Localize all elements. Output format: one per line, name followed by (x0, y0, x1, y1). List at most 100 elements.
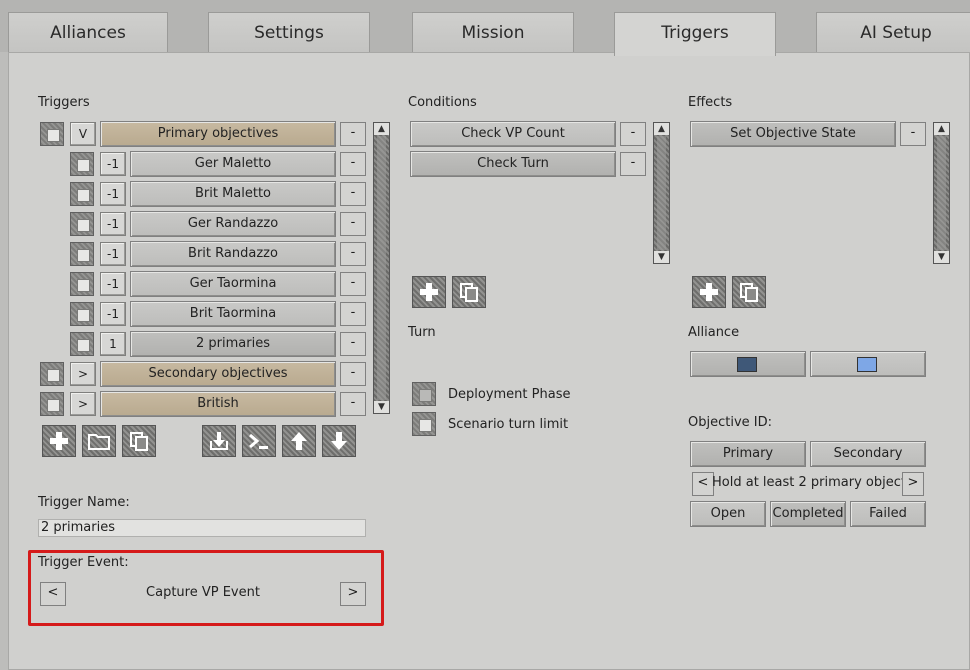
copy-condition-button[interactable] (452, 276, 486, 308)
group-expand-toggle[interactable]: > (70, 392, 96, 416)
scroll-thumb[interactable] (937, 136, 946, 250)
trigger-item[interactable]: Ger Taormina (130, 271, 336, 297)
scenario-turn-limit-checkbox[interactable] (412, 412, 436, 436)
group-expand-toggle[interactable]: V (70, 122, 96, 146)
effects-scrollbar[interactable]: ▲ ▼ (933, 122, 950, 264)
add-icon (698, 281, 720, 303)
folder-icon (87, 431, 111, 451)
trigger-priority: -1 (100, 272, 126, 296)
trigger-checkbox[interactable] (40, 362, 64, 386)
triggers-heading: Triggers (38, 95, 90, 110)
scroll-thumb[interactable] (377, 136, 386, 400)
alliance-color-swatch (857, 357, 877, 372)
objective-state-open[interactable]: Open (690, 501, 766, 527)
trigger-name-label: Trigger Name: (38, 495, 130, 510)
trigger-group-secondary[interactable]: Secondary objectives (100, 361, 336, 387)
trigger-checkbox[interactable] (40, 122, 64, 146)
objective-state-completed[interactable]: Completed (770, 501, 846, 527)
remove-trigger-button[interactable]: - (340, 332, 366, 356)
trigger-group-primary[interactable]: Primary objectives (100, 121, 336, 147)
trigger-name-input[interactable]: 2 primaries (38, 519, 366, 537)
group-expand-toggle[interactable]: > (70, 362, 96, 386)
trigger-priority: -1 (100, 302, 126, 326)
effect-item[interactable]: Set Objective State (690, 121, 896, 147)
move-down-button[interactable] (322, 425, 356, 457)
alliance-option-1[interactable] (690, 351, 806, 377)
trigger-priority: -1 (100, 242, 126, 266)
trigger-checkbox[interactable] (40, 392, 64, 416)
triggers-scrollbar[interactable]: ▲ ▼ (373, 122, 390, 414)
tab-ai-setup[interactable]: AI Setup (816, 12, 970, 52)
remove-trigger-button[interactable]: - (340, 212, 366, 236)
add-effect-button[interactable] (692, 276, 726, 308)
deployment-phase-checkbox[interactable] (412, 382, 436, 406)
remove-trigger-button[interactable]: - (340, 302, 366, 326)
import-icon (208, 430, 230, 452)
scroll-thumb[interactable] (657, 136, 666, 250)
import-trigger-button[interactable] (202, 425, 236, 457)
scroll-down-icon[interactable]: ▼ (374, 401, 389, 413)
objective-prev-button[interactable]: < (692, 472, 714, 496)
scroll-up-icon[interactable]: ▲ (934, 123, 949, 135)
copy-trigger-button[interactable] (122, 425, 156, 457)
trigger-checkbox[interactable] (70, 212, 94, 236)
trigger-checkbox[interactable] (70, 242, 94, 266)
trigger-event-prev-button[interactable]: < (40, 582, 66, 606)
add-icon (48, 430, 70, 452)
copy-effect-button[interactable] (732, 276, 766, 308)
condition-item-selected[interactable]: Check Turn (410, 151, 616, 177)
objective-primary-button[interactable]: Primary (690, 441, 806, 467)
trigger-item[interactable]: Brit Taormina (130, 301, 336, 327)
scroll-up-icon[interactable]: ▲ (374, 123, 389, 135)
alliance-option-2[interactable] (810, 351, 926, 377)
add-icon (418, 281, 440, 303)
remove-condition-button[interactable]: - (620, 122, 646, 146)
add-trigger-button[interactable] (42, 425, 76, 457)
tab-alliances[interactable]: Alliances (8, 12, 168, 52)
remove-trigger-button[interactable]: - (340, 242, 366, 266)
tab-mission[interactable]: Mission (412, 12, 574, 52)
trigger-item[interactable]: Brit Maletto (130, 181, 336, 207)
remove-condition-button[interactable]: - (620, 152, 646, 176)
remove-trigger-button[interactable]: - (340, 122, 366, 146)
trigger-event-label: Trigger Event: (38, 555, 129, 570)
objective-state-failed[interactable]: Failed (850, 501, 926, 527)
trigger-event-next-button[interactable]: > (340, 582, 366, 606)
add-condition-button[interactable] (412, 276, 446, 308)
console-button[interactable] (242, 425, 276, 457)
console-icon (247, 431, 271, 451)
trigger-item[interactable]: Ger Randazzo (130, 211, 336, 237)
move-up-button[interactable] (282, 425, 316, 457)
remove-trigger-button[interactable]: - (340, 392, 366, 416)
trigger-priority: -1 (100, 212, 126, 236)
trigger-checkbox[interactable] (70, 332, 94, 356)
conditions-scrollbar[interactable]: ▲ ▼ (653, 122, 670, 264)
trigger-checkbox[interactable] (70, 302, 94, 326)
trigger-group-british[interactable]: British (100, 391, 336, 417)
trigger-priority: -1 (100, 152, 126, 176)
remove-effect-button[interactable]: - (900, 122, 926, 146)
trigger-event-value: Capture VP Event (146, 585, 260, 600)
objective-id-heading: Objective ID: (688, 415, 772, 430)
trigger-checkbox[interactable] (70, 152, 94, 176)
scroll-down-icon[interactable]: ▼ (934, 251, 949, 263)
objective-secondary-button[interactable]: Secondary (810, 441, 926, 467)
trigger-checkbox[interactable] (70, 272, 94, 296)
remove-trigger-button[interactable]: - (340, 272, 366, 296)
condition-item[interactable]: Check VP Count (410, 121, 616, 147)
arrow-down-icon (329, 430, 349, 452)
trigger-item[interactable]: Ger Maletto (130, 151, 336, 177)
add-folder-button[interactable] (82, 425, 116, 457)
trigger-checkbox[interactable] (70, 182, 94, 206)
tab-settings[interactable]: Settings (208, 12, 370, 52)
tab-triggers[interactable]: Triggers (614, 12, 776, 56)
objective-next-button[interactable]: > (902, 472, 924, 496)
trigger-item[interactable]: Brit Randazzo (130, 241, 336, 267)
remove-trigger-button[interactable]: - (340, 182, 366, 206)
scroll-down-icon[interactable]: ▼ (654, 251, 669, 263)
remove-trigger-button[interactable]: - (340, 152, 366, 176)
copy-icon (738, 281, 760, 303)
scroll-up-icon[interactable]: ▲ (654, 123, 669, 135)
trigger-item-selected[interactable]: 2 primaries (130, 331, 336, 357)
remove-trigger-button[interactable]: - (340, 362, 366, 386)
